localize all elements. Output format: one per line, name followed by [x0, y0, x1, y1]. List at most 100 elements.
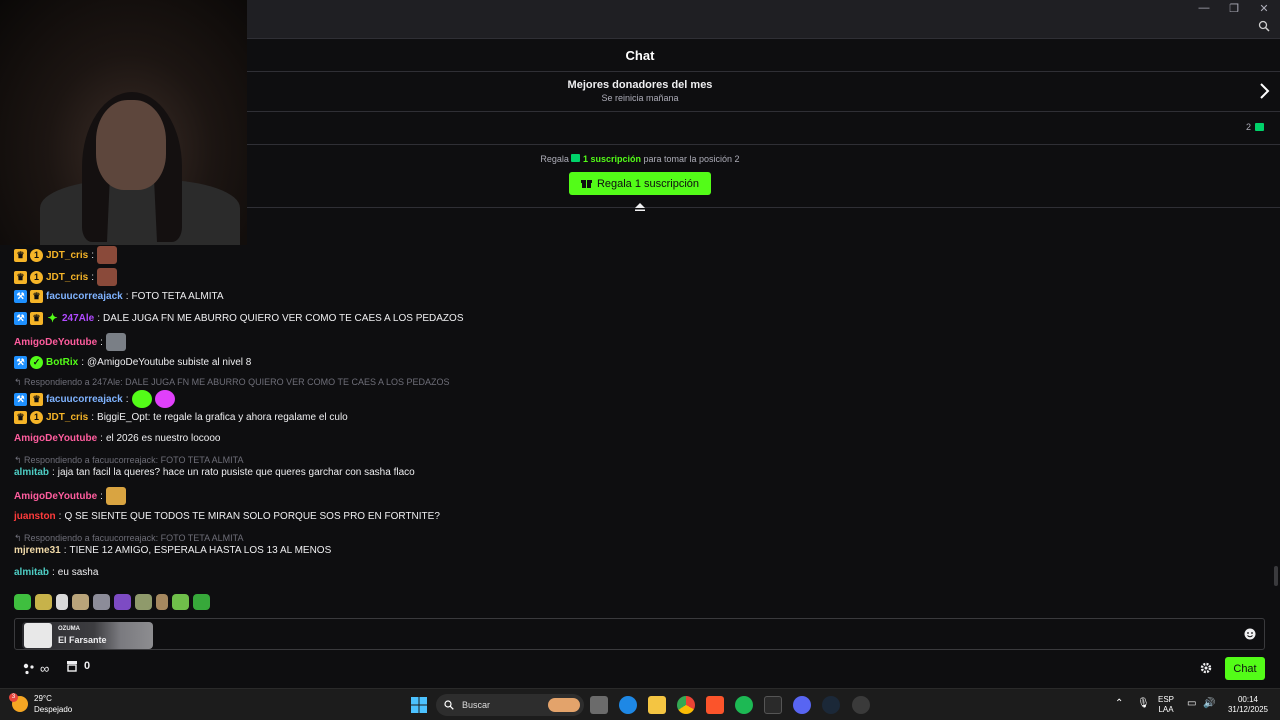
webcam-overlay: [0, 0, 247, 245]
reply-context: ↰ Respondiendo a 247Ale: DALE JUGA FN ME…: [14, 377, 450, 387]
gift-icon: [1255, 123, 1264, 131]
store-count: 0: [84, 660, 91, 672]
emote-button[interactable]: [156, 594, 168, 610]
chat-username[interactable]: AmigoDeYoutube: [14, 491, 97, 502]
emote-button[interactable]: [72, 594, 89, 610]
spotify-icon[interactable]: [735, 696, 753, 714]
moderator-badge-icon: ⚒: [14, 356, 27, 369]
emote-button[interactable]: [193, 594, 210, 610]
sparkle-badge-icon: ✦: [47, 311, 58, 325]
emote-quickbar: [14, 594, 210, 610]
network-icon[interactable]: ▭: [1187, 699, 1196, 709]
chat-message: AmigoDeYoutube:: [14, 487, 126, 505]
emote-button[interactable]: [56, 594, 68, 610]
reply-text: Respondiendo a facuucorreajack: FOTO TET…: [24, 533, 244, 543]
weather-widget[interactable]: 3 29°C Despejado: [9, 693, 72, 715]
emote-button[interactable]: [135, 594, 152, 610]
reward-chip[interactable]: OZUMA El Farsante: [22, 622, 153, 649]
chat-message: mjreme31: TIENE 12 AMIGO, ESPERALA HASTA…: [14, 545, 332, 556]
clock[interactable]: 00:14 31/12/2025: [1226, 695, 1270, 715]
chat-message: ⚒ ♛ facuucorreajack: FOTO TETA ALMITA: [14, 290, 224, 303]
moderator-badge-icon: ⚒: [14, 392, 27, 406]
brave-icon[interactable]: [706, 696, 724, 714]
chat-username[interactable]: AmigoDeYoutube: [14, 337, 97, 348]
weather-badge: 3: [9, 693, 18, 702]
chat-input[interactable]: OZUMA El Farsante: [14, 618, 1265, 650]
discord-icon[interactable]: [793, 696, 811, 714]
chat-text: TIENE 12 AMIGO, ESPERALA HASTA LOS 13 AL…: [69, 545, 332, 556]
chat-text: eu sasha: [57, 567, 99, 578]
clock-time: 00:14: [1237, 695, 1259, 704]
emote-button[interactable]: [114, 594, 131, 610]
emote-button[interactable]: [93, 594, 110, 610]
chat-username[interactable]: AmigoDeYoutube: [14, 433, 97, 444]
task-view-icon[interactable]: [590, 696, 608, 714]
file-explorer-icon[interactable]: [648, 696, 666, 714]
crown-badge-icon: ♛: [14, 248, 27, 262]
chat-username[interactable]: JDT_cris: [46, 412, 88, 423]
chat-username[interactable]: juanston: [14, 511, 56, 522]
search-label: Buscar: [462, 700, 491, 710]
maximize-icon[interactable]: ❐: [1224, 2, 1244, 15]
close-icon[interactable]: ✕: [1254, 2, 1274, 15]
chat-text: DALE JUGA FN ME ABURRO QUIERO VER COMO T…: [103, 313, 464, 324]
epic-games-icon[interactable]: [764, 696, 782, 714]
chat-username[interactable]: JDT_cris: [46, 250, 88, 261]
chat-message: AmigoDeYoutube: el 2026 es nuestro locoo…: [14, 433, 221, 444]
gift-sub-button[interactable]: Regala 1 suscripción: [569, 172, 711, 195]
chat-username[interactable]: 247Ale: [62, 313, 94, 324]
gift-suffix: para tomar la posición 2: [643, 154, 740, 164]
lang-secondary: LAA: [1158, 705, 1174, 714]
settings-gear-icon[interactable]: [1200, 662, 1212, 674]
chat-username[interactable]: facuucorreajack: [46, 291, 123, 302]
language-indicator[interactable]: ESP LAA: [1158, 695, 1174, 715]
search-icon: [444, 700, 454, 710]
chrome-icon[interactable]: [677, 696, 695, 714]
windows-start-icon[interactable]: [410, 696, 428, 714]
edge-browser-icon[interactable]: [619, 696, 637, 714]
chat-username[interactable]: facuucorreajack: [46, 394, 123, 405]
reply-context: ↰ Respondiendo a facuucorreajack: FOTO T…: [14, 533, 244, 543]
chat-username[interactable]: JDT_cris: [46, 272, 88, 283]
chat-text: FOTO TETA ALMITA: [131, 291, 224, 302]
emote-button[interactable]: [35, 594, 52, 610]
zoom-icon[interactable]: [1258, 20, 1270, 32]
crown-badge-icon: ♛: [14, 270, 27, 284]
reply-text: Respondiendo a facuucorreajack: FOTO TET…: [24, 455, 244, 465]
chat-message: ⚒ ♛ ✦ 247Ale: DALE JUGA FN ME ABURRO QUI…: [14, 312, 464, 325]
chat-message: almitab: jaja tan facil la queres? hace …: [14, 467, 415, 478]
microphone-icon[interactable]: 🎙: [1137, 699, 1150, 709]
chat-message: ⚒ ✓ BotRix: @AmigoDeYoutube subiste al n…: [14, 356, 251, 369]
emote-button[interactable]: [172, 594, 189, 610]
chat-scrollbar[interactable]: [1274, 566, 1278, 586]
chat-username[interactable]: almitab: [14, 567, 49, 578]
emote-image: [154, 390, 175, 408]
chat-message: ⚒ ♛ facuucorreajack:: [14, 390, 175, 408]
reply-context: ↰ Respondiendo a facuucorreajack: FOTO T…: [14, 455, 244, 465]
reward-name: El Farsante: [58, 635, 107, 645]
store-icon: [67, 661, 77, 672]
tray-chevron-icon[interactable]: ⌃: [1115, 699, 1123, 709]
taskbar-search[interactable]: Buscar: [436, 694, 584, 716]
collapse-icon[interactable]: [634, 202, 646, 212]
chevron-right-icon[interactable]: [1258, 82, 1270, 100]
send-chat-button[interactable]: Chat: [1225, 657, 1265, 680]
volume-icon[interactable]: 🔊: [1203, 699, 1215, 709]
minimize-icon[interactable]: —: [1194, 2, 1214, 14]
obs-icon[interactable]: [852, 696, 870, 714]
chat-username[interactable]: BotRix: [46, 357, 78, 368]
store-button[interactable]: 0: [66, 660, 90, 672]
emoji-picker-icon[interactable]: [1244, 628, 1256, 640]
emote-image: [97, 246, 118, 264]
emote-image: [97, 268, 118, 286]
steam-icon[interactable]: [822, 696, 840, 714]
gift-prefix: Regala: [540, 154, 569, 164]
chat-text: Q SE SIENTE QUE TODOS TE MIRAN SOLO PORQ…: [64, 511, 440, 522]
chat-username[interactable]: mjreme31: [14, 545, 61, 556]
moderator-badge-icon: ⚒: [14, 312, 27, 325]
channel-points[interactable]: ∞: [22, 661, 49, 676]
emote-button[interactable]: [14, 594, 31, 610]
points-value: ∞: [40, 661, 50, 676]
verified-badge-icon: ✓: [30, 356, 43, 369]
chat-username[interactable]: almitab: [14, 467, 49, 478]
